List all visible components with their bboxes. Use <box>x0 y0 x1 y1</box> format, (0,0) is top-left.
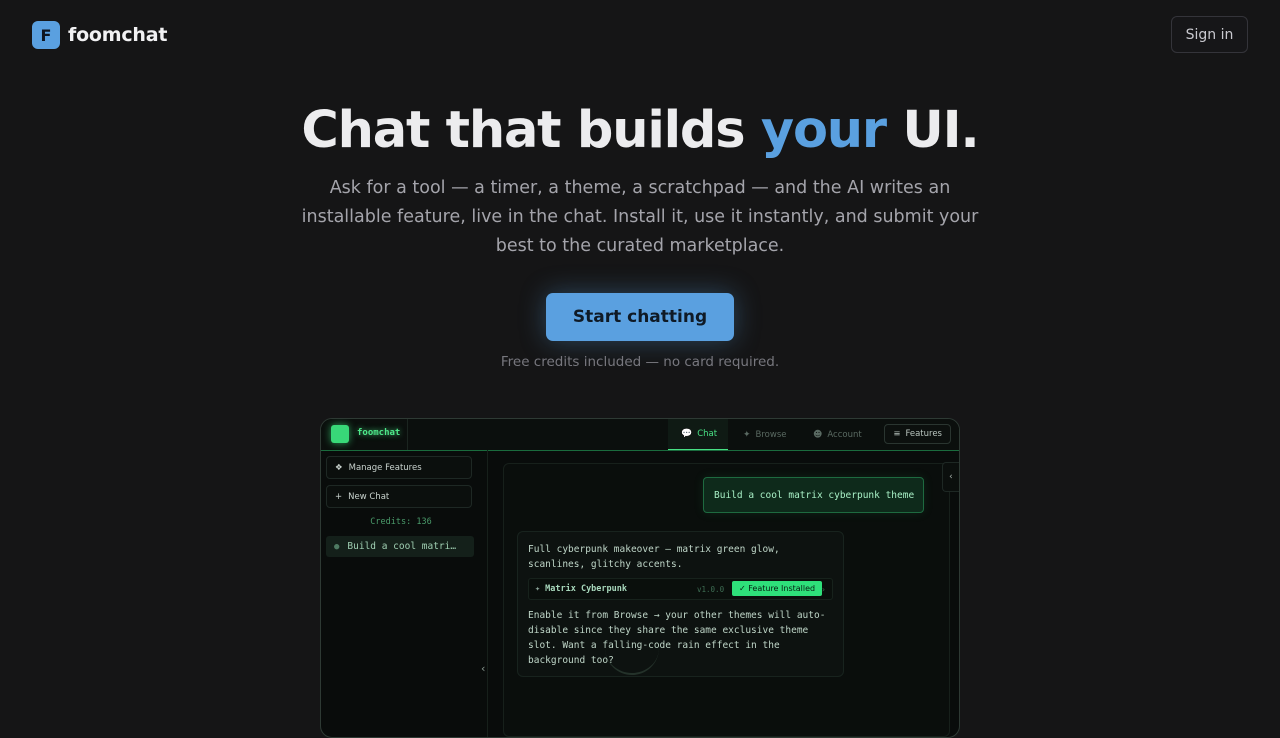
preview-manage-label: Manage Features <box>348 462 422 473</box>
chevron-right-icon[interactable]: › <box>821 582 826 597</box>
preview-feature-card[interactable]: ✦ Matrix Cyberpunk v1.0.0 ✓ Feature Inst… <box>528 578 833 600</box>
preview-tab-label: Account <box>827 429 862 440</box>
preview-features-button[interactable]: ≡ Features <box>884 424 951 444</box>
preview-tab-browse[interactable]: ✦ Browse <box>743 419 803 450</box>
preview-logo-icon <box>331 425 349 443</box>
cubes-icon: ❖ <box>335 462 343 473</box>
preview-chat-item-label: Build a cool matri… <box>347 541 457 552</box>
chat-bubble-icon: ● <box>334 541 340 552</box>
app-preview: foomchat 💬 Chat ✦ Browse ☻ Account ≡ Fea… <box>320 418 960 738</box>
preview-tab-chat[interactable]: 💬 Chat <box>668 419 728 450</box>
preview-new-chat-label: New Chat <box>348 491 390 502</box>
preview-divider <box>407 419 408 450</box>
start-chatting-button[interactable]: Start chatting <box>546 293 734 341</box>
preview-tab-account[interactable]: ☻ Account <box>813 419 883 450</box>
hero-title-accent: your <box>760 101 887 160</box>
cta-note: Free credits included — no card required… <box>500 354 780 370</box>
hero-title: Chat that builds your UI. <box>0 99 1280 163</box>
collapse-left-icon[interactable]: ‹ <box>480 662 487 675</box>
sliders-icon: ≡ <box>893 429 901 439</box>
preview-user-message: Build a cool matrix cyberpunk theme <box>703 477 924 513</box>
plus-icon: + <box>335 491 343 502</box>
sign-in-button[interactable]: Sign in <box>1171 16 1248 53</box>
brand[interactable]: F foomchat <box>32 21 167 49</box>
preview-tab-label: Chat <box>697 429 718 439</box>
preview-feature-version: v1.0.0 <box>697 584 725 594</box>
chat-bubbles-icon: 💬 <box>681 429 693 439</box>
preview-brand: foomchat <box>357 428 401 438</box>
hero-subtitle: Ask for a tool — a timer, a theme, a scr… <box>301 178 979 256</box>
preview-ai-message: Full cyberpunk makeover — matrix green g… <box>517 531 844 677</box>
puzzle-icon: ✦ <box>535 583 541 594</box>
preview-manage-features-button[interactable]: ❖ Manage Features <box>326 456 472 479</box>
preview-new-chat-button[interactable]: + New Chat <box>326 485 472 508</box>
hero-title-pre: Chat that builds <box>301 101 761 160</box>
brand-name: foomchat <box>68 24 168 46</box>
puzzle-icon: ✦ <box>743 429 751 440</box>
hero-title-post: UI. <box>885 101 979 160</box>
preview-chat-item[interactable]: ● Build a cool matri… <box>326 536 474 557</box>
preview-ai-outro: Enable it from Browse → your other theme… <box>528 610 826 666</box>
preview-features-label: Features <box>905 429 942 439</box>
collapse-right-icon[interactable]: ‹ <box>942 462 959 492</box>
preview-ai-intro: Full cyberpunk makeover — matrix green g… <box>528 544 780 570</box>
user-icon: ☻ <box>813 429 823 440</box>
preview-tab-label: Browse <box>755 429 787 440</box>
preview-gutter <box>487 450 488 737</box>
brand-logo: F <box>32 21 60 49</box>
preview-topbar: foomchat 💬 Chat ✦ Browse ☻ Account ≡ Fea… <box>321 419 959 451</box>
preview-credits: Credits: 136 <box>370 517 432 527</box>
preview-sidebar: ❖ Manage Features + New Chat Credits: 13… <box>321 450 488 737</box>
preview-feature-installed-badge[interactable]: ✓ Feature Installed <box>732 581 823 596</box>
preview-feature-name: Matrix Cyberpunk <box>545 583 628 594</box>
